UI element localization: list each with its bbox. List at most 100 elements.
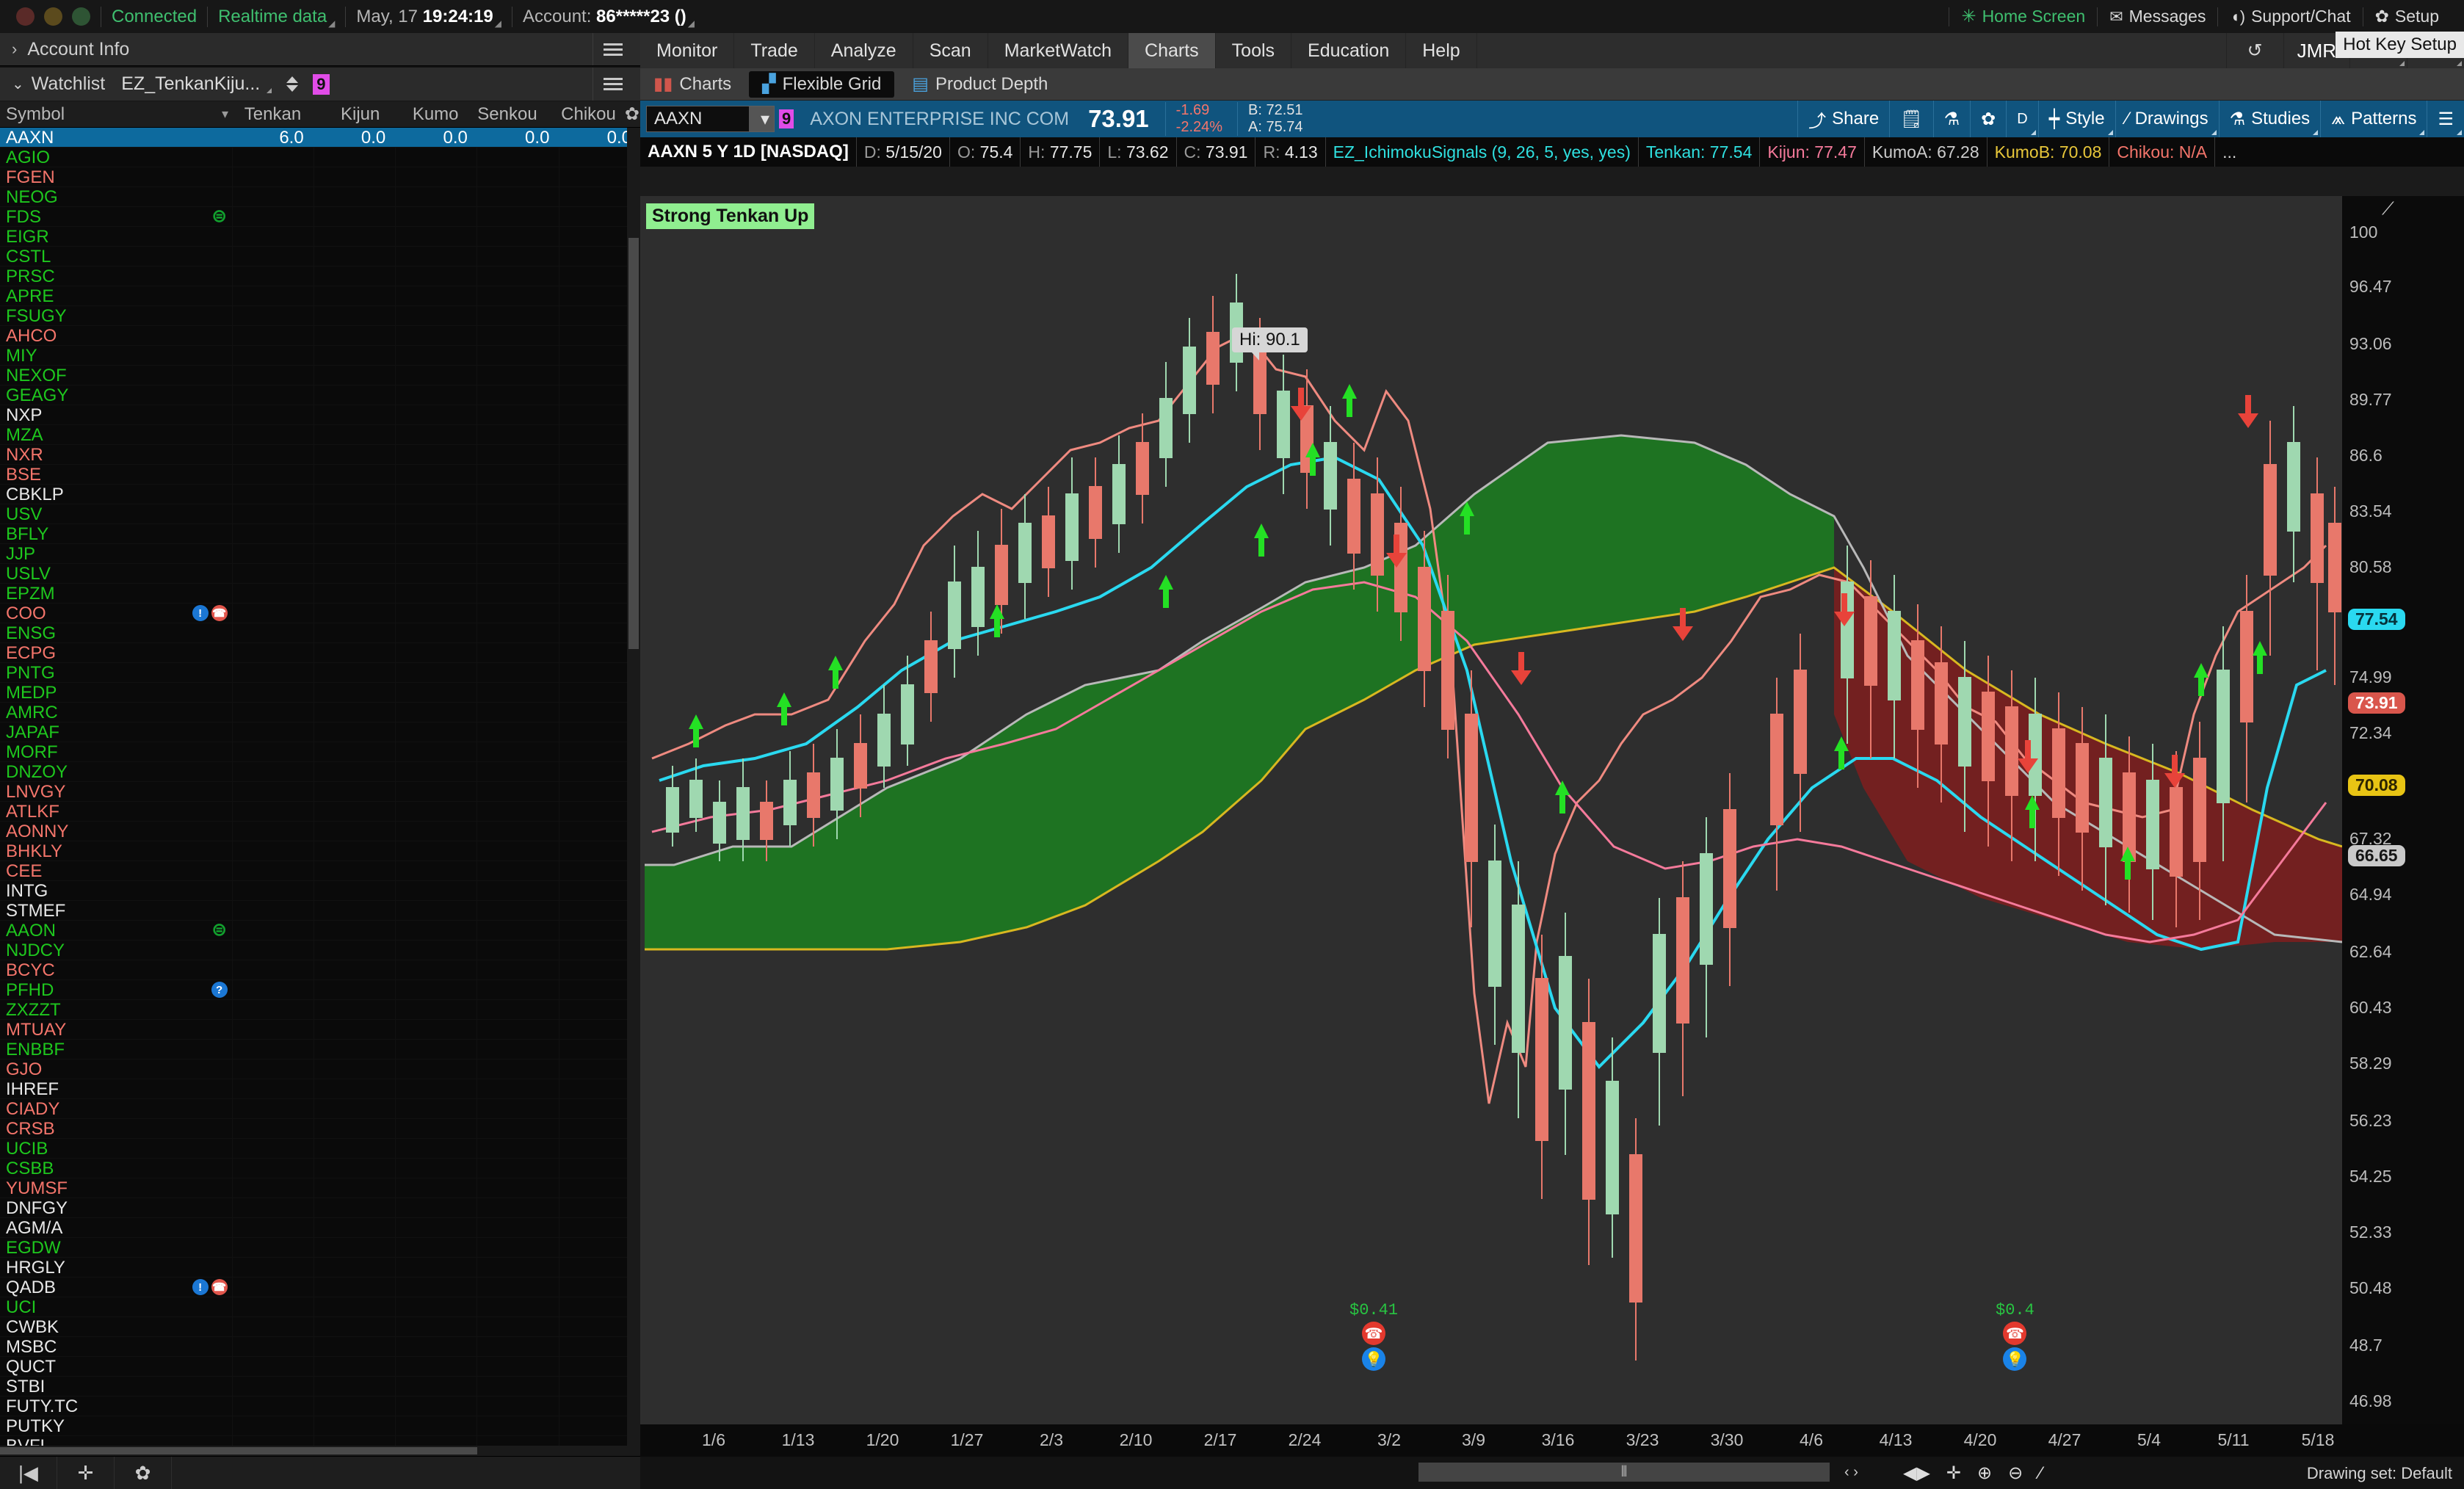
table-row[interactable]: FDS ⊜ <box>0 207 640 227</box>
table-row[interactable]: BSE <box>0 465 640 485</box>
red-phone-icon[interactable]: ☎ <box>211 605 228 621</box>
table-row[interactable]: MORF <box>0 742 640 762</box>
history-icon[interactable]: ↺ <box>2225 33 2283 68</box>
table-row[interactable]: ECPG <box>0 643 640 663</box>
table-row[interactable]: ENSG <box>0 623 640 643</box>
circle-s-icon[interactable]: ⊜ <box>211 921 228 939</box>
blue-info-icon[interactable]: ! <box>192 1279 209 1295</box>
table-row[interactable]: LNVGY <box>0 782 640 802</box>
messages-button[interactable]: ✉ Messages <box>2098 7 2217 26</box>
red-phone-icon[interactable]: ☎ <box>211 1279 228 1295</box>
account-info-section[interactable]: › Account Info <box>0 33 640 66</box>
table-row[interactable]: DNZOY <box>0 762 640 782</box>
table-row[interactable]: PNTG <box>0 663 640 683</box>
dividend-icon[interactable]: 💡 <box>2003 1347 2027 1371</box>
table-row[interactable]: APRE <box>0 286 640 306</box>
earnings-icon[interactable]: ☎ <box>2003 1322 2027 1345</box>
beaker-button[interactable]: ⚗ <box>1932 101 1971 137</box>
table-row[interactable]: USLV <box>0 564 640 584</box>
table-row[interactable]: UCI <box>0 1297 640 1317</box>
symbol-badge[interactable]: 9 <box>779 109 794 128</box>
menu-item-charts[interactable]: Charts <box>1128 33 1216 68</box>
table-row[interactable]: EGDW <box>0 1238 640 1258</box>
datafeed-status[interactable]: Realtime data <box>218 7 327 27</box>
table-row[interactable]: NXR <box>0 445 640 465</box>
chart-scroll-arrows[interactable]: ‹ › <box>1844 1464 1858 1481</box>
watchlist-stepper[interactable] <box>282 76 302 92</box>
sort-arrow-icon[interactable]: ▾ <box>222 106 228 122</box>
row-badges[interactable]: ! ☎ <box>192 1279 232 1295</box>
table-row[interactable]: EIGR <box>0 227 640 247</box>
add-icon[interactable]: ✛ <box>57 1457 115 1489</box>
row-badges[interactable]: ⊜ <box>211 208 232 225</box>
column-settings-icon[interactable]: ✿ <box>625 104 640 125</box>
table-row[interactable]: NXP <box>0 405 640 425</box>
table-row[interactable]: ENBBF <box>0 1040 640 1059</box>
table-row[interactable]: PRSC <box>0 267 640 286</box>
table-row[interactable]: AGM/A <box>0 1218 640 1238</box>
circle-s-icon[interactable]: ⊜ <box>211 208 228 225</box>
menu-item-marketwatch[interactable]: MarketWatch <box>988 33 1129 68</box>
dropdown-corner-icon[interactable] <box>267 88 272 93</box>
table-row[interactable]: YUMSF <box>0 1178 640 1198</box>
crosshair-icon[interactable]: ✛ <box>1946 1463 1961 1484</box>
account-number[interactable]: 86*****23 () <box>596 7 686 27</box>
watchlist-badge[interactable]: 9 <box>313 73 330 95</box>
table-row[interactable]: STBI <box>0 1377 640 1396</box>
note-button[interactable]: 🗒 <box>1889 101 1932 137</box>
axis-scale-icon[interactable]: ⟋ <box>2382 199 2394 220</box>
chart-canvas-area[interactable]: Strong Tenkan Up Hi: 90.1 $0.41 ☎ 💡 $0.4… <box>640 196 2464 1466</box>
minimize-window-icon[interactable] <box>44 7 62 26</box>
table-row[interactable]: CIADY <box>0 1099 640 1119</box>
menu-item-trade[interactable]: Trade <box>734 33 815 68</box>
table-row[interactable]: PFHD? <box>0 980 640 1000</box>
watchlist-vertical-scrollbar[interactable] <box>627 128 640 1454</box>
table-row[interactable]: JAPAF <box>0 722 640 742</box>
column-header-senkou[interactable]: Senkou <box>468 104 546 125</box>
table-row[interactable]: NEOG <box>0 187 640 207</box>
menu-item-tools[interactable]: Tools <box>1216 33 1292 68</box>
zoom-out-icon[interactable]: ⊖ <box>2008 1463 2023 1484</box>
row-badges[interactable]: ? <box>211 982 232 998</box>
table-row[interactable]: FSUGY <box>0 306 640 326</box>
table-row[interactable]: MZA <box>0 425 640 445</box>
menu-item-education[interactable]: Education <box>1291 33 1407 68</box>
table-row[interactable]: IHREF <box>0 1079 640 1099</box>
window-controls[interactable] <box>0 7 90 26</box>
earnings-icon[interactable]: ☎ <box>1362 1322 1385 1345</box>
table-row[interactable]: GEAGY <box>0 385 640 405</box>
table-row[interactable]: INTG <box>0 881 640 901</box>
watchlist-menu-button[interactable] <box>593 68 640 101</box>
table-row[interactable]: CBKLP <box>0 485 640 504</box>
scrollbar-thumb[interactable] <box>628 238 639 649</box>
table-row[interactable]: JJP <box>0 544 640 564</box>
table-row[interactable]: COO! ☎ <box>0 604 640 623</box>
watchlist-rows[interactable]: AAXN 6.0 0.0 0.0 0.0 0.0 AGIO FGEN NEOG FDS… <box>0 128 640 1454</box>
menu-item-analyze[interactable]: Analyze <box>815 33 913 68</box>
column-header-tenkan[interactable]: Tenkan <box>231 104 310 125</box>
tab-charts[interactable]: ▮▮ Charts <box>640 68 744 100</box>
table-row[interactable]: QADB! ☎ <box>0 1278 640 1297</box>
drawing-set-label[interactable]: Drawing set: Default <box>2307 1464 2452 1483</box>
home-screen-button[interactable]: ✳ Home Screen <box>1949 6 2097 27</box>
watchlist-name-selector[interactable]: EZ_TenkanKiju... <box>115 73 272 95</box>
dividend-marker-2[interactable]: $0.4 ☎ 💡 <box>1996 1301 2034 1371</box>
menu-item-help[interactable]: Help <box>1406 33 1477 68</box>
chevron-down-icon[interactable]: ▾ <box>749 106 774 131</box>
chevron-down-icon[interactable]: ⌄ <box>0 75 32 93</box>
table-row[interactable]: GJO <box>0 1059 640 1079</box>
table-row[interactable]: AMRC <box>0 703 640 722</box>
share-button[interactable]: ⤴ Share <box>1797 101 1889 137</box>
table-row[interactable]: USV <box>0 504 640 524</box>
stepper-up-icon[interactable] <box>286 76 299 83</box>
study-more[interactable]: ... <box>2215 137 2244 167</box>
chart-settings-button[interactable]: ✿ <box>1970 101 2006 137</box>
row-badges[interactable]: ! ☎ <box>192 605 232 621</box>
clock-dropdown-icon[interactable]: ◢ <box>495 18 501 29</box>
price-axis[interactable]: ⟋ 100 96.47 93.06 89.77 86.6 83.54 80.58… <box>2342 196 2464 1466</box>
dividend-marker-1[interactable]: $0.41 ☎ 💡 <box>1349 1301 1398 1371</box>
column-header-chikou[interactable]: Chikou <box>546 104 625 125</box>
close-window-icon[interactable] <box>16 7 35 26</box>
gear-icon[interactable]: ✿ <box>115 1457 172 1489</box>
table-row[interactable]: AAON ⊜ <box>0 921 640 941</box>
